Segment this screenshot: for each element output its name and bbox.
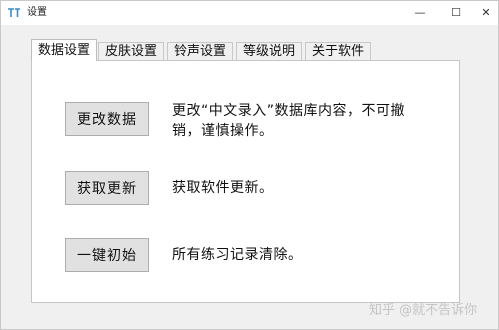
- change-data-description-line1: 更改“中文录入”数据库内容，不可撤: [172, 103, 406, 119]
- change-data-description: 更改“中文录入”数据库内容，不可撤 销，谨慎操作。: [172, 101, 405, 141]
- tab-panel-data-settings: 更改数据 更改“中文录入”数据库内容，不可撤 销，谨慎操作。 获取更新 获取软件…: [31, 60, 460, 303]
- maximize-icon: ☐: [451, 5, 461, 19]
- tab-about-software[interactable]: 关于软件: [305, 42, 371, 60]
- settings-window: 设置 — ☐ ✕ 数据设置 皮肤设置 铃声设置 等级说明 关于软件 更改数据 更…: [0, 0, 499, 330]
- tab-level-description[interactable]: 等级说明: [236, 42, 302, 60]
- window-title: 设置: [27, 7, 47, 18]
- reset-all-button[interactable]: 一键初始: [65, 238, 149, 272]
- minimize-button[interactable]: —: [405, 1, 435, 23]
- tab-data-settings[interactable]: 数据设置: [31, 39, 97, 61]
- change-data-button[interactable]: 更改数据: [65, 102, 149, 136]
- close-icon: ✕: [481, 5, 491, 19]
- get-update-description: 获取软件更新。: [172, 180, 274, 196]
- tab-ringtone-settings[interactable]: 铃声设置: [167, 42, 233, 60]
- change-data-description-line2: 销，谨慎操作。: [172, 123, 274, 139]
- get-update-button[interactable]: 获取更新: [65, 171, 149, 205]
- zhihu-watermark: 知乎 @就不告诉你: [369, 303, 478, 318]
- reset-all-description: 所有练习记录清除。: [172, 247, 303, 263]
- close-button[interactable]: ✕: [471, 1, 499, 23]
- app-icon: [8, 8, 20, 17]
- title-bar[interactable]: 设置 — ☐ ✕: [1, 1, 498, 25]
- minimize-icon: —: [414, 5, 426, 19]
- tab-skin-settings[interactable]: 皮肤设置: [98, 42, 164, 60]
- maximize-button[interactable]: ☐: [441, 1, 471, 23]
